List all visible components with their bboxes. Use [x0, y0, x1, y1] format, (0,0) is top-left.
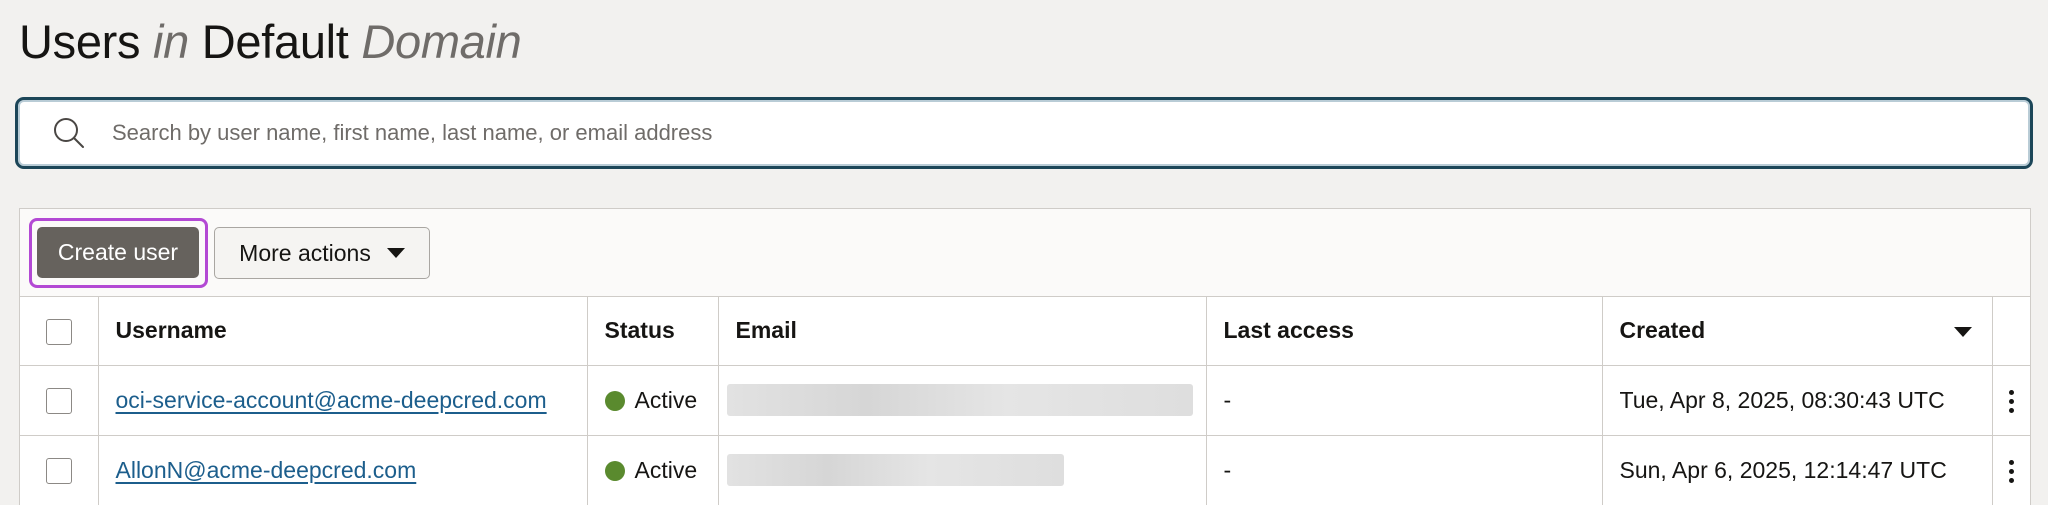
column-header-created-label: Created: [1619, 317, 1706, 344]
more-actions-label: More actions: [239, 239, 371, 266]
username-cell: AllonN@acme-deepcred.com: [98, 435, 588, 505]
users-table-panel: Create user More actions Username Status…: [19, 208, 2031, 505]
email-redacted: [726, 454, 1064, 486]
username-link[interactable]: oci-service-account@acme-deepcred.com: [116, 387, 547, 413]
column-header-email[interactable]: Email: [718, 297, 1207, 366]
row-select-cell: [20, 435, 99, 505]
sort-descending-icon[interactable]: [1953, 327, 1972, 338]
row-checkbox[interactable]: [45, 457, 72, 484]
column-header-username[interactable]: Username: [98, 297, 588, 366]
status-cell: Active: [587, 365, 719, 436]
create-user-button[interactable]: Create user: [37, 227, 199, 278]
username-link[interactable]: AllonN@acme-deepcred.com: [116, 457, 417, 483]
row-checkbox[interactable]: [45, 387, 72, 414]
table-toolbar: Create user More actions: [20, 209, 2030, 297]
created-cell: Sun, Apr 6, 2025, 12:14:47 UTC: [1602, 435, 1993, 505]
kebab-menu-icon[interactable]: [2001, 389, 2021, 413]
select-all-checkbox[interactable]: [45, 318, 72, 345]
column-header-created[interactable]: Created: [1602, 297, 1993, 366]
caret-down-icon: [386, 248, 405, 258]
status-text: Active: [634, 386, 698, 413]
last-access-cell: -: [1206, 435, 1603, 505]
search-input[interactable]: [112, 103, 2030, 163]
more-actions-button[interactable]: More actions: [214, 227, 430, 279]
users-page: Users in Default Domain Create user More…: [0, 0, 2048, 505]
email-redacted: [726, 384, 1193, 416]
kebab-menu-icon[interactable]: [2001, 459, 2021, 483]
status-active-icon: [604, 390, 625, 411]
title-users: Users: [19, 15, 141, 68]
select-all-cell: [20, 297, 99, 366]
title-domain: Domain: [361, 15, 522, 68]
status-cell: Active: [587, 435, 719, 505]
last-access-cell: -: [1206, 365, 1603, 436]
column-header-actions: [1992, 297, 2030, 366]
table-row: oci-service-account@acme-deepcred.com Ac…: [20, 365, 2030, 436]
username-cell: oci-service-account@acme-deepcred.com: [98, 365, 588, 436]
title-default: Default: [201, 15, 349, 68]
email-cell: [718, 435, 1207, 505]
row-select-cell: [20, 365, 99, 436]
row-actions-cell: [1992, 435, 2030, 505]
status-text: Active: [634, 456, 698, 483]
table-header-row: Username Status Email Last access Create…: [20, 297, 2030, 366]
search-icon: [54, 118, 84, 148]
search-bar[interactable]: [15, 97, 2033, 169]
column-header-last-access[interactable]: Last access: [1206, 297, 1603, 366]
users-table: Username Status Email Last access Create…: [20, 297, 2030, 505]
title-in: in: [153, 15, 189, 68]
table-row: AllonN@acme-deepcred.com Active - Sun, A…: [20, 435, 2030, 505]
page-title: Users in Default Domain: [19, 12, 522, 72]
email-cell: [718, 365, 1207, 436]
status-active-icon: [604, 460, 625, 481]
column-header-status[interactable]: Status: [587, 297, 719, 366]
row-actions-cell: [1992, 365, 2030, 436]
created-cell: Tue, Apr 8, 2025, 08:30:43 UTC: [1602, 365, 1993, 436]
